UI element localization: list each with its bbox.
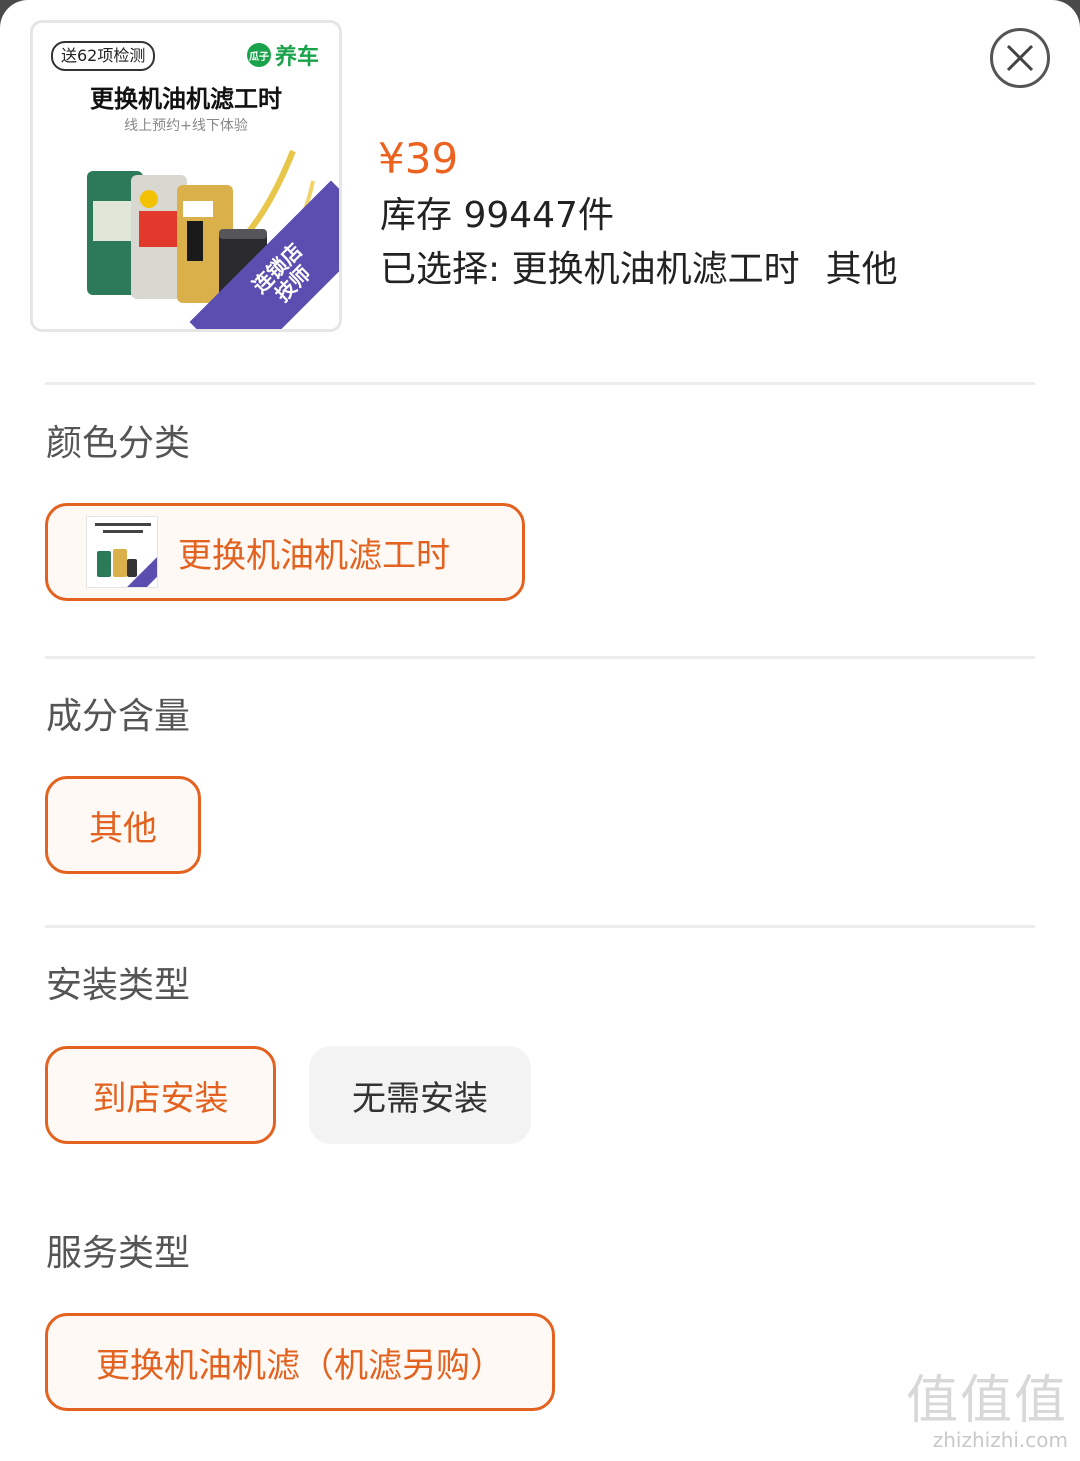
option-label: 无需安装 — [352, 1078, 488, 1119]
site-watermark: 值值值 zhizhizhi.com — [906, 1373, 1068, 1451]
option-label: 其他 — [89, 808, 157, 849]
close-button[interactable] — [990, 28, 1050, 88]
option-color-oil-filter-labor[interactable]: 更换机油机滤工时 — [45, 503, 525, 601]
option-label: 更换机油机滤工时 — [178, 535, 450, 576]
section-title-service: 服务类型 — [46, 1233, 191, 1274]
divider — [45, 382, 1035, 385]
option-label: 到店安装 — [92, 1078, 229, 1119]
thumbnail-subtitle: 线上预约+线下体验 — [124, 118, 248, 134]
brand-mark: 瓜子 — [246, 43, 271, 67]
thumbnail-title: 更换机油机滤工时 — [90, 85, 282, 113]
section-title-install: 安装类型 — [46, 965, 191, 1006]
brand-name: 养车 — [274, 45, 319, 70]
product-thumbnail[interactable]: 送62项检测 瓜子 养车 更换机油机滤工时 线上预约+线下体验 连锁店 技师 — [30, 20, 342, 332]
option-service-oil-filter[interactable]: 更换机油机滤（机滤另购） — [45, 1313, 555, 1411]
divider — [45, 656, 1035, 659]
watermark-logo: 值值值 — [905, 1371, 1068, 1431]
selected-summary: 已选择: 更换机油机滤工时 其他 — [380, 248, 898, 292]
brand-logo: 瓜子 养车 — [246, 39, 319, 71]
sku-selector-sheet: 送62项检测 瓜子 养车 更换机油机滤工时 线上预约+线下体验 连锁店 技师 ¥… — [0, 0, 1080, 1461]
option-install-none[interactable]: 无需安装 — [309, 1046, 531, 1144]
stock-count: 库存 99447件 — [380, 195, 614, 236]
option-label: 更换机油机滤（机滤另购） — [96, 1345, 504, 1386]
promo-badge: 送62项检测 — [51, 41, 156, 71]
section-title-color: 颜色分类 — [46, 423, 191, 464]
option-composition-other[interactable]: 其他 — [45, 776, 201, 874]
selected-option-2: 其他 — [825, 249, 898, 290]
close-icon — [1006, 44, 1034, 72]
option-thumbnail — [86, 516, 158, 588]
price: ¥39 — [378, 134, 459, 183]
option-install-in-store[interactable]: 到店安装 — [45, 1046, 276, 1144]
selected-prefix: 已选择: — [380, 249, 512, 290]
divider — [45, 925, 1035, 928]
selected-option-1: 更换机油机滤工时 — [511, 249, 800, 290]
section-title-composition: 成分含量 — [46, 696, 191, 737]
watermark-url: zhizhizhi.com — [932, 1428, 1068, 1452]
